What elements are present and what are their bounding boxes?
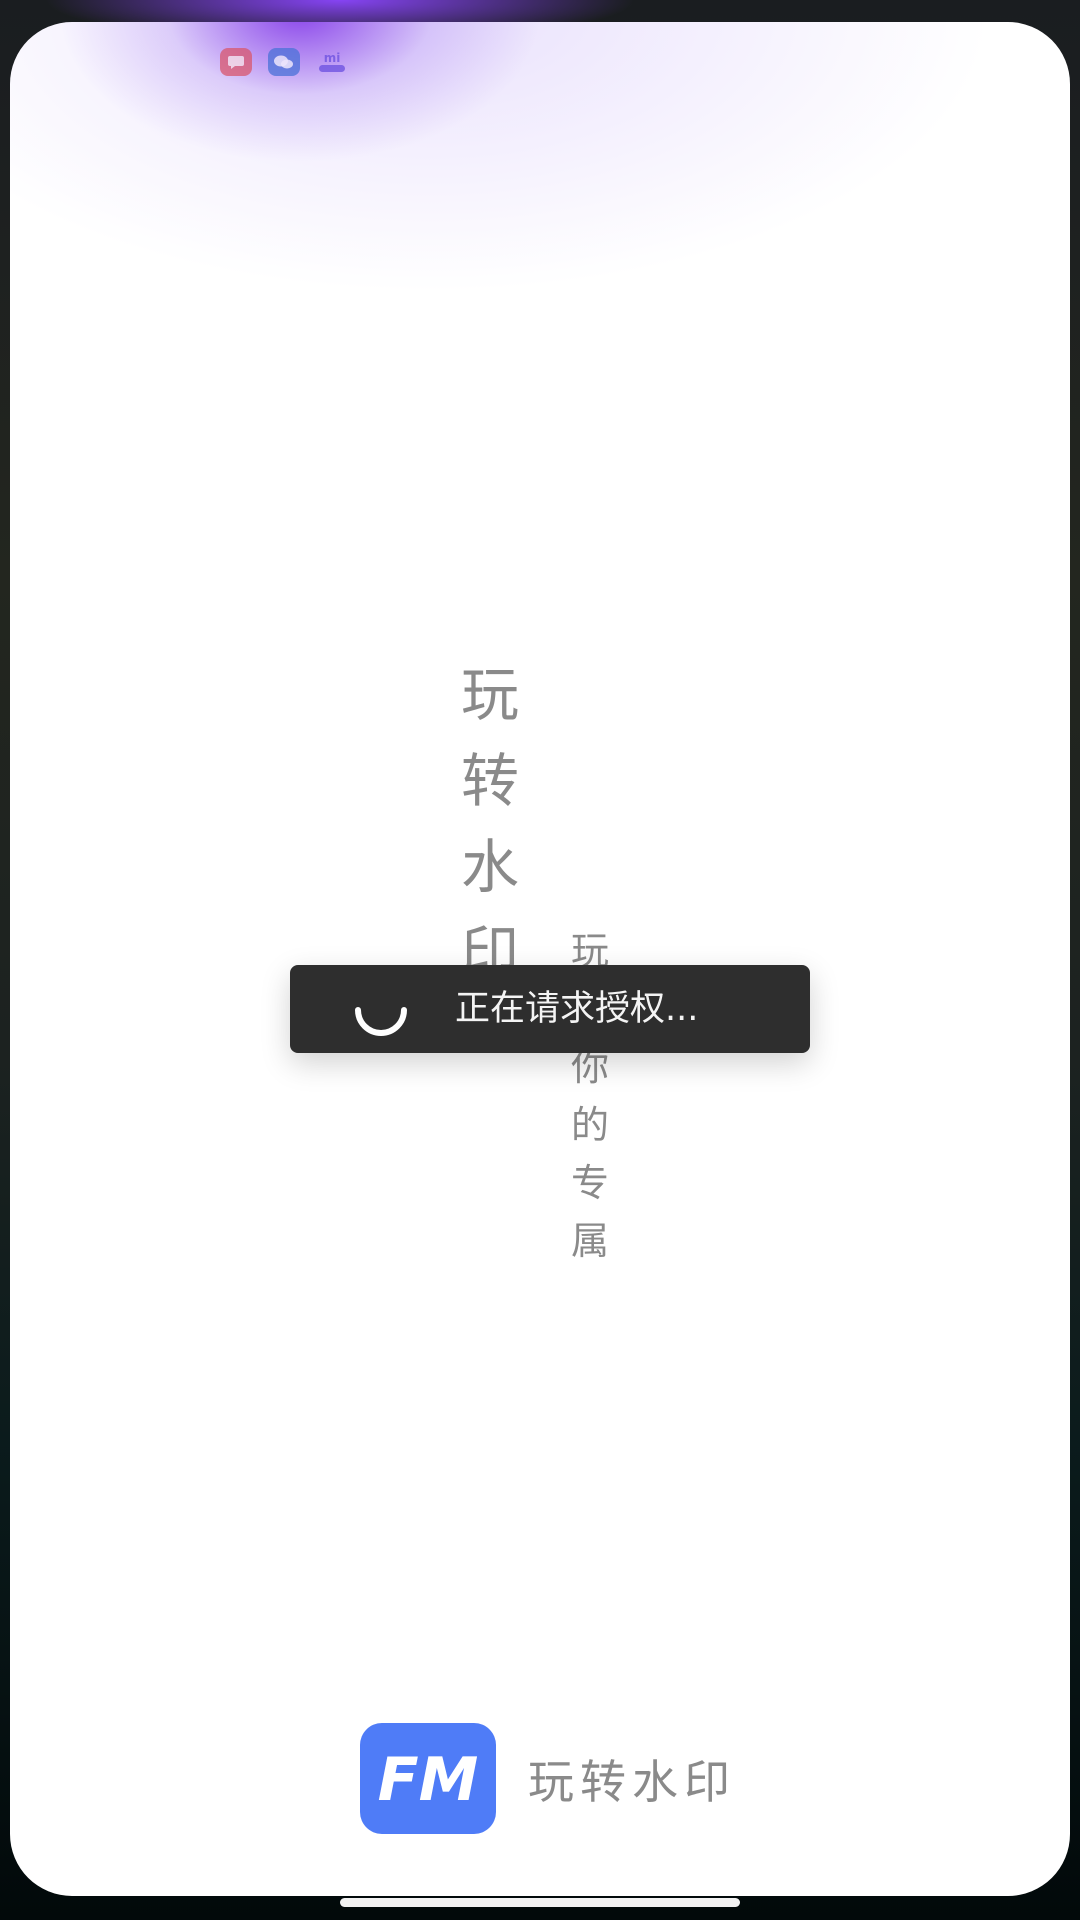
loading-toast: 正在请求授权...	[290, 965, 810, 1053]
app-name: 玩转水印	[528, 1754, 736, 1809]
mi-icon-label: mi	[324, 51, 341, 65]
app-logo-icon: FM	[360, 1723, 496, 1834]
brand-footer: FM 玩转水印	[360, 1723, 736, 1834]
app-window: mi 玩 转 水 印 玩 转 你 的 专 属 正在请求授权... FM 玩转水印	[10, 22, 1070, 1896]
loading-spinner-icon	[355, 1007, 407, 1036]
message-app-icon	[220, 48, 252, 76]
top-glow	[10, 22, 1070, 342]
wechat-icon	[268, 48, 300, 76]
vertical-title: 玩 转 水 印	[450, 652, 530, 996]
vertical-title-char: 玩	[460, 661, 519, 729]
toast-message: 正在请求授权...	[455, 989, 699, 1029]
vertical-subtitle-char: 的	[570, 1103, 609, 1147]
home-indicator[interactable]	[340, 1898, 740, 1907]
status-bar-icons: mi	[220, 47, 348, 77]
vertical-title-char: 转	[460, 747, 519, 815]
vertical-subtitle-char: 专	[570, 1161, 609, 1205]
app-logo-text: FM	[378, 1745, 478, 1814]
vertical-title-char: 水	[460, 833, 519, 901]
mi-icon: mi	[316, 48, 348, 76]
vertical-subtitle-char: 属	[570, 1219, 609, 1263]
